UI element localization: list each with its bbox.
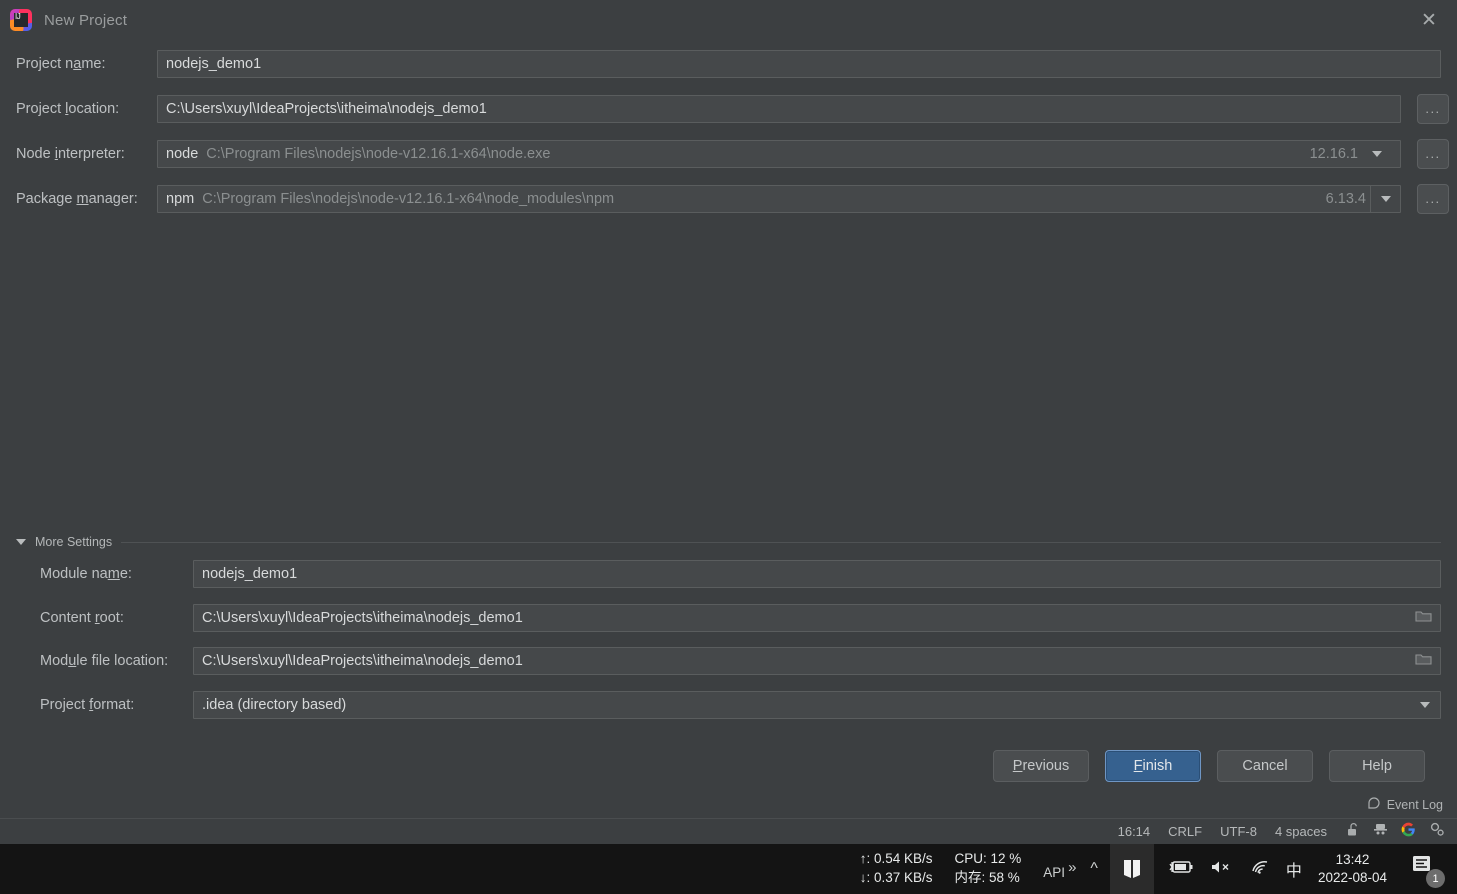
- chevron-down-icon: [16, 539, 26, 545]
- google-icon[interactable]: [1401, 822, 1416, 842]
- help-button[interactable]: Help: [1329, 750, 1425, 782]
- module-file-location-input[interactable]: C:\Users\xuyl\IdeaProjects\itheima\nodej…: [193, 647, 1441, 675]
- chevron-down-icon[interactable]: [1410, 692, 1440, 718]
- previous-button[interactable]: Previous: [993, 750, 1089, 782]
- package-manager-select[interactable]: npm C:\Program Files\nodejs\node-v12.16.…: [157, 185, 1401, 213]
- label-project-name: Project name:: [16, 56, 106, 72]
- module-name-input[interactable]: nodejs_demo1: [193, 560, 1441, 588]
- project-format-select[interactable]: .idea (directory based): [193, 691, 1441, 719]
- cpu-usage: CPU: 12 %: [954, 851, 1022, 867]
- system-tray: 中 13:42 2022-08-04 1: [1154, 851, 1457, 888]
- chevron-down-icon[interactable]: [1362, 141, 1392, 167]
- row-project-name: Project name: nodejs_demo1: [0, 49, 1457, 79]
- memory-usage: 内存: 58 %: [954, 870, 1020, 885]
- row-content-root: Content root: C:\Users\xuyl\IdeaProjects…: [0, 603, 1457, 633]
- clock-date: 2022-08-04: [1317, 870, 1387, 885]
- row-project-format: Project format: .idea (directory based): [0, 690, 1457, 720]
- label-project-format: Project format:: [40, 697, 135, 713]
- node-interpreter-path: C:\Program Files\nodejs\node-v12.16.1-x6…: [206, 146, 551, 162]
- ide-status-bar: 16:14 CRLF UTF-8 4 spaces: [0, 818, 1457, 844]
- dialog-title: New Project: [44, 11, 128, 29]
- caret-position[interactable]: 16:14: [1118, 824, 1151, 839]
- upload-speed: ↑: 0.54 KB/s: [859, 851, 933, 867]
- package-manager-version: 6.13.4: [1325, 191, 1366, 207]
- row-project-location: Project location: C:\Users\xuyl\IdeaProj…: [0, 94, 1457, 124]
- package-manager-prefix: npm: [166, 191, 195, 207]
- inspector-hat-icon[interactable]: [1373, 822, 1388, 842]
- show-hidden-icons-button[interactable]: ^: [1090, 860, 1098, 878]
- network-speed: ↑: 0.54 KB/s ↓: 0.37 KB/s: [860, 851, 933, 887]
- label-module-file-location: Module file location:: [40, 653, 169, 669]
- row-node-interpreter: Node interpreter: node C:\Program Files\…: [0, 139, 1457, 169]
- node-interpreter-browse-button[interactable]: ...: [1417, 139, 1449, 169]
- battery-charging-icon[interactable]: [1168, 859, 1194, 880]
- cancel-button[interactable]: Cancel: [1217, 750, 1313, 782]
- intellij-idea-logo-icon: [10, 9, 32, 31]
- separator-line: [121, 541, 1441, 543]
- package-manager-path: C:\Program Files\nodejs\node-v12.16.1-x6…: [202, 191, 615, 207]
- package-manager-browse-button[interactable]: ...: [1417, 184, 1449, 214]
- indent-setting[interactable]: 4 spaces: [1275, 824, 1327, 839]
- label-content-root: Content root:: [40, 610, 124, 626]
- notification-badge: 1: [1426, 869, 1445, 888]
- overflow-chevron-icon[interactable]: »: [1068, 859, 1076, 876]
- download-speed: ↓: 0.37 KB/s: [859, 870, 933, 885]
- taskbar-clock[interactable]: 13:42 2022-08-04: [1318, 851, 1387, 887]
- system-monitor-widget[interactable]: ↑: 0.54 KB/s ↓: 0.37 KB/s CPU: 12 % 内存: …: [860, 851, 1077, 887]
- row-module-name: Module name: nodejs_demo1: [0, 559, 1457, 589]
- settings-gear-icon[interactable]: [1429, 821, 1445, 842]
- close-icon[interactable]: ✕: [1415, 6, 1443, 34]
- finish-button[interactable]: Finish: [1105, 750, 1201, 782]
- node-interpreter-version: 12.16.1: [1309, 146, 1358, 162]
- label-project-location: Project location:: [16, 101, 120, 117]
- label-package-manager: Package manager:: [16, 191, 138, 207]
- project-location-browse-button[interactable]: ...: [1417, 94, 1449, 124]
- dialog-title-bar: New Project ✕: [0, 0, 1457, 40]
- content-root-input[interactable]: C:\Users\xuyl\IdeaProjects\itheima\nodej…: [193, 604, 1441, 632]
- cpu-memory: CPU: 12 % 内存: 58 %: [955, 851, 1022, 887]
- clock-time: 13:42: [1335, 851, 1370, 867]
- api-indicator[interactable]: API »: [1043, 859, 1076, 880]
- api-label: API: [1043, 864, 1066, 880]
- line-separator[interactable]: CRLF: [1168, 824, 1202, 839]
- file-encoding[interactable]: UTF-8: [1220, 824, 1257, 839]
- row-package-manager: Package manager: npm C:\Program Files\no…: [0, 184, 1457, 214]
- event-log-icon: [1367, 796, 1381, 815]
- taskbar-app-button[interactable]: [1109, 844, 1154, 894]
- chevron-down-icon[interactable]: [1370, 186, 1400, 212]
- new-project-dialog: Project name: nodejs_demo1 Project locat…: [0, 40, 1457, 792]
- dialog-button-row: Previous Finish Cancel Help: [0, 750, 1441, 782]
- label-node-interpreter: Node interpreter:: [16, 146, 125, 162]
- unlocked-padlock-icon[interactable]: [1347, 822, 1360, 842]
- more-settings-label: More Settings: [35, 535, 113, 549]
- row-module-file-location: Module file location: C:\Users\xuyl\Idea…: [0, 646, 1457, 676]
- project-location-input[interactable]: C:\Users\xuyl\IdeaProjects\itheima\nodej…: [157, 95, 1401, 123]
- windows-taskbar: ↑: 0.54 KB/s ↓: 0.37 KB/s CPU: 12 % 内存: …: [0, 844, 1457, 894]
- node-interpreter-prefix: node: [166, 146, 199, 162]
- event-log-row: Event Log: [0, 792, 1457, 818]
- volume-muted-icon[interactable]: [1210, 859, 1234, 880]
- node-interpreter-select[interactable]: node C:\Program Files\nodejs\node-v12.16…: [157, 140, 1401, 168]
- notification-center-button[interactable]: 1: [1409, 852, 1445, 888]
- label-module-name: Module name:: [40, 566, 132, 582]
- project-name-input[interactable]: nodejs_demo1: [157, 50, 1441, 78]
- more-settings-toggle[interactable]: More Settings: [16, 534, 1441, 550]
- folder-icon[interactable]: [1415, 609, 1432, 627]
- ime-indicator[interactable]: 中: [1286, 857, 1302, 881]
- folder-icon[interactable]: [1415, 652, 1432, 670]
- wifi-icon[interactable]: [1250, 859, 1270, 880]
- event-log-label[interactable]: Event Log: [1387, 798, 1443, 812]
